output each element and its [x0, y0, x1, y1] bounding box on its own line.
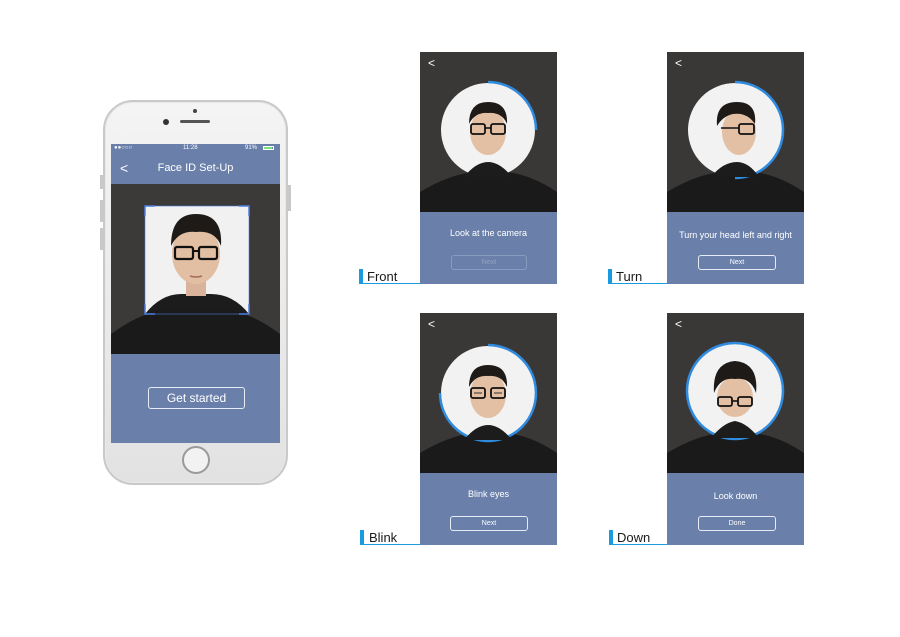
status-time: 11:28 [183, 145, 198, 151]
done-button[interactable]: Done [698, 516, 776, 531]
back-chevron-icon[interactable]: < [428, 56, 435, 70]
page-title: Face ID Set-Up [157, 162, 234, 174]
face-illustration [420, 313, 557, 473]
step-label-marker [360, 530, 364, 544]
panel-down: < Look down Done [667, 313, 804, 545]
camera-preview: < [667, 52, 804, 212]
back-chevron-icon[interactable]: < [675, 317, 682, 331]
get-started-button[interactable]: Get started [148, 387, 245, 409]
label-underline [360, 544, 420, 545]
home-button[interactable] [182, 446, 210, 474]
next-button[interactable]: Next [698, 255, 776, 270]
status-bar: ●●○○○ 11:28 91% [111, 144, 280, 152]
phone-screen: ●●○○○ 11:28 91% < Face ID Set-Up Get sta… [111, 144, 280, 443]
instruction-text: Look down [713, 491, 758, 501]
step-label-marker [608, 269, 612, 283]
earpiece-speaker [180, 120, 210, 123]
battery-icon [263, 146, 274, 150]
label-underline [359, 283, 420, 284]
face-illustration [667, 52, 804, 212]
signal-indicator: ●●○○○ [114, 145, 133, 151]
title-bar: < Face ID Set-Up [111, 152, 280, 184]
camera-preview: < [420, 52, 557, 212]
instruction-text: Look at the camera [449, 228, 528, 238]
front-camera [163, 119, 169, 125]
back-chevron-icon[interactable]: < [675, 56, 682, 70]
label-underline [609, 544, 667, 545]
face-illustration [667, 313, 804, 473]
camera-preview: < [420, 313, 557, 473]
volume-down-button [100, 228, 103, 250]
face-illustration [111, 184, 280, 354]
label-underline [608, 283, 667, 284]
power-button [288, 185, 291, 211]
panel-blink: < Blink eyes Next [420, 313, 557, 545]
step-label-marker [609, 530, 613, 544]
next-button[interactable]: Next [450, 516, 528, 531]
step-label: Front [367, 269, 398, 284]
proximity-sensor [193, 109, 197, 113]
battery-percent: 91% [245, 145, 258, 151]
instruction-text: Turn your head left and right [679, 230, 792, 240]
step-label-marker [359, 269, 363, 283]
step-label: Down [617, 530, 651, 545]
step-label: Blink [369, 530, 398, 545]
mute-switch [100, 175, 103, 189]
panel-front: < Look at the camera Next [420, 52, 557, 284]
volume-up-button [100, 200, 103, 222]
camera-preview [111, 184, 280, 354]
camera-preview: < [667, 313, 804, 473]
instruction-text: Blink eyes [467, 489, 510, 499]
next-button[interactable]: Next [451, 255, 527, 270]
panel-turn: < Turn your head left and right Next [667, 52, 804, 284]
face-illustration [420, 52, 557, 212]
step-label: Turn [616, 269, 643, 284]
back-chevron-icon[interactable]: < [428, 317, 435, 331]
